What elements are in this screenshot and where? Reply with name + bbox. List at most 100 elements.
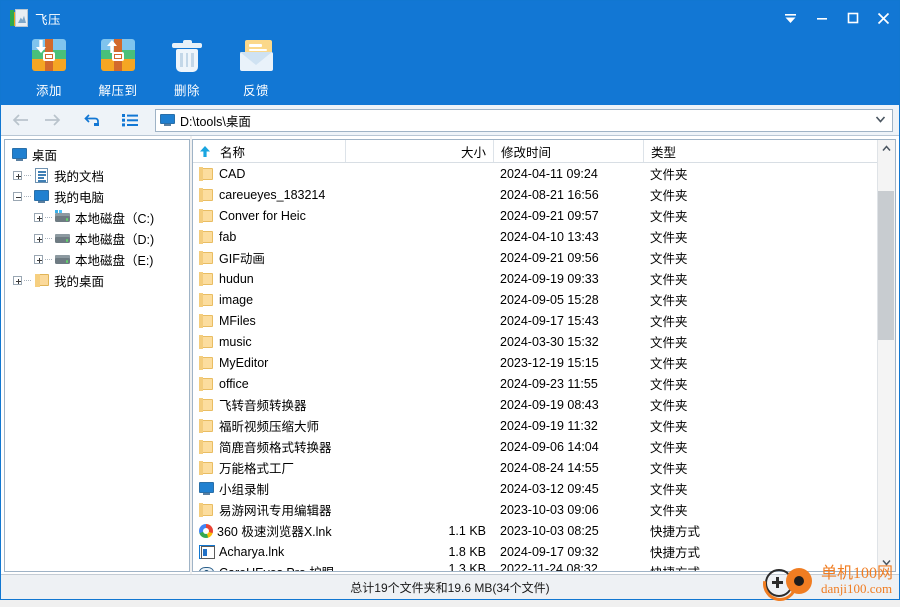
file-name-text: CAD [219,166,246,181]
toolbar-label: 删除 [173,84,200,98]
forward-button[interactable] [37,107,67,133]
table-row[interactable]: image 2024-09-05 15:28 文件夹 [193,289,895,310]
cell-type: 文件夹 [650,252,688,266]
folder-icon [199,187,215,202]
cell-name: image [193,292,345,307]
file-name-text: 360 极速浏览器X.lnk [217,525,332,539]
expander-icon[interactable] [34,234,43,243]
cell-type: 文件夹 [650,294,688,308]
table-row[interactable]: 360 极速浏览器X.lnk 1.1 KB 2023-10-03 08:25 快捷方式 [193,520,895,541]
table-row[interactable]: MyEditor 2023-12-19 15:15 文件夹 [193,352,895,373]
tree-item-drive-c[interactable]: 本地磁盘（C:) [5,207,189,228]
table-row[interactable]: CareUEyes Pro 护眼 1.3 KB 2022-11-24 08:32 快捷… [193,562,895,571]
column-header-name[interactable]: 名称 [193,140,345,162]
tree-item-my-documents[interactable]: 我的文档 [5,165,189,186]
tree-item-label: 我的文档 [54,170,105,184]
column-header-size[interactable]: 大小 [345,140,493,162]
go-up-button[interactable] [77,107,107,133]
toolbar-button-feedback[interactable]: 反馈 [222,35,290,103]
table-row[interactable]: GIF动画 2024-09-21 09:56 文件夹 [193,247,895,268]
address-path-text: D:\tools\桌面 [180,114,251,129]
expander-icon[interactable] [13,276,22,285]
back-button[interactable] [5,107,35,133]
table-row[interactable]: MFiles 2024-09-17 15:43 文件夹 [193,310,895,331]
list-view-icon [121,114,138,127]
folder-icon [199,355,215,370]
table-row[interactable]: Conver for Heic 2024-09-21 09:57 文件夹 [193,205,895,226]
scroll-up-button[interactable] [878,140,895,157]
toolbar-button-extract-to[interactable]: 解压到 [84,35,152,103]
drive-windows-icon [54,210,71,225]
scrollbar-track[interactable] [878,157,895,554]
scrollbar-thumb[interactable] [878,191,894,340]
table-row[interactable]: office 2024-09-23 11:55 文件夹 [193,373,895,394]
expander-icon[interactable] [13,171,22,180]
cell-date: 2024-04-11 09:24 [500,166,598,181]
table-row[interactable]: 万能格式工厂 2024-08-24 14:55 文件夹 [193,457,895,478]
cell-type: 文件夹 [650,441,688,455]
cell-date: 2024-03-12 09:45 [500,481,599,496]
file-list-rows[interactable]: CAD 2024-04-11 09:24 文件夹 careueyes_183214 20… [193,163,895,571]
minimize-button[interactable] [806,1,837,35]
cell-date: 2023-10-03 09:06 [500,502,599,517]
column-label: 类型 [651,145,677,160]
table-row[interactable]: CAD 2024-04-11 09:24 文件夹 [193,163,895,184]
feiya-main-window: 飞压 添加 解压到 删除 反馈 D:\tools\桌面 桌面 我的文档 我的电脑… [0,0,900,607]
table-row[interactable]: 福昕视频压缩大师 2024-09-19 11:32 文件夹 [193,415,895,436]
tree-item-drive-d[interactable]: 本地磁盘（D:) [5,228,189,249]
cell-date: 2024-04-10 13:43 [500,229,599,244]
menu-dropdown-button[interactable] [775,1,806,35]
table-row[interactable]: 飞转音频转换器 2024-09-19 08:43 文件夹 [193,394,895,415]
column-header-type[interactable]: 类型 [643,140,895,162]
toolbar-button-delete[interactable]: 删除 [153,35,221,103]
list-view-button[interactable] [115,107,145,133]
cell-date: 2023-12-19 15:15 [500,355,599,370]
table-row[interactable]: hudun 2024-09-19 09:33 文件夹 [193,268,895,289]
file-list-scrollbar[interactable] [877,140,895,571]
file-name-text: 飞转音频转换器 [219,399,307,413]
scroll-down-button[interactable] [878,554,895,571]
cell-date: 2024-09-21 09:57 [500,208,599,223]
window-header: 飞压 添加 解压到 删除 反馈 [1,1,899,105]
cell-name: GIF动画 [193,248,345,267]
folder-tree-panel[interactable]: 桌面 我的文档 我的电脑 本地磁盘（C:) 本地磁盘（D:) 本地磁盘（E:) … [4,139,190,572]
sort-ascending-icon [200,145,210,157]
cell-type: 快捷方式 [650,546,701,560]
trash-icon [166,38,208,78]
table-row[interactable]: 小组录制 2024-03-12 09:45 文件夹 [193,478,895,499]
cell-name: office [193,376,345,391]
monitor-icon [11,147,28,162]
maximize-button[interactable] [837,1,868,35]
tree-item-desktop[interactable]: 桌面 [5,144,189,165]
file-name-text: 简鹿音频格式转换器 [219,441,332,455]
tree-item-my-desktop[interactable]: 我的桌面 [5,270,189,291]
tree-item-my-computer[interactable]: 我的电脑 [5,186,189,207]
close-button[interactable] [868,1,899,35]
file-list-header: 名称 大小 修改时间 类型 [193,140,895,163]
file-name-text: image [219,292,254,307]
cell-name: music [193,334,345,349]
table-row[interactable]: careueyes_183214 2024-08-21 16:56 文件夹 [193,184,895,205]
file-name-text: hudun [219,271,254,286]
expander-icon[interactable] [13,192,22,201]
table-row[interactable]: music 2024-03-30 15:32 文件夹 [193,331,895,352]
cell-date: 2024-08-24 14:55 [500,460,599,475]
table-row[interactable]: 易游网讯专用编辑器 2023-10-03 09:06 文件夹 [193,499,895,520]
folder-icon [199,292,215,307]
file-name-text: CareUEyes Pro 护眼 [219,562,334,571]
table-row[interactable]: fab 2024-04-10 13:43 文件夹 [193,226,895,247]
table-row[interactable]: 简鹿音频格式转换器 2024-09-06 14:04 文件夹 [193,436,895,457]
address-bar[interactable]: D:\tools\桌面 [155,108,893,132]
monitor-icon [160,114,175,126]
chevron-down-icon[interactable] [875,115,886,124]
table-row[interactable]: Acharya.lnk 1.8 KB 2024-09-17 09:32 快捷方式 [193,541,895,562]
expander-icon[interactable] [34,213,43,222]
folder-icon [199,313,215,328]
window-title: 飞压 [35,12,62,27]
tree-item-drive-e[interactable]: 本地磁盘（E:) [5,249,189,270]
expander-icon[interactable] [34,255,43,264]
monitor-icon [33,189,50,204]
cell-name: Conver for Heic [193,208,345,223]
toolbar-button-add[interactable]: 添加 [15,35,83,103]
column-header-date[interactable]: 修改时间 [493,140,643,162]
